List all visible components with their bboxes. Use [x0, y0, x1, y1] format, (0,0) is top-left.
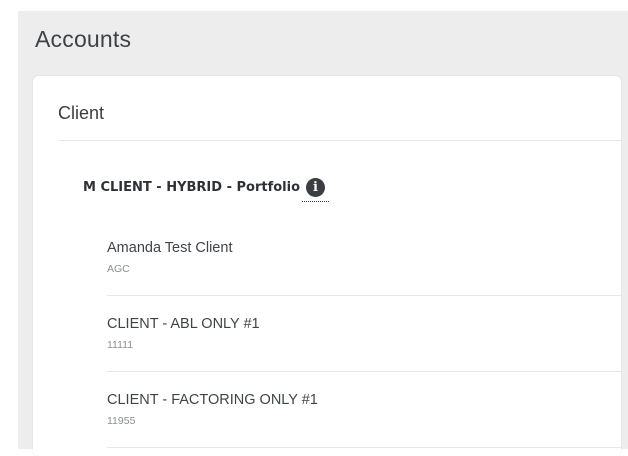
client-name: CLIENT - FACTORING ONLY #1: [107, 392, 318, 408]
card-title: Client: [58, 103, 105, 123]
portfolio-name: M CLIENT - HYBRID - Portfolio: [83, 179, 301, 195]
client-code: 11955: [107, 415, 136, 427]
portfolio-header: M CLIENT - HYBRID - Portfolio i: [83, 176, 330, 202]
client-name: CLIENT - ABL ONLY #1: [107, 316, 260, 332]
page-title: Accounts: [35, 26, 132, 52]
info-icon-glyph: i: [313, 179, 318, 195]
client-code: 11111: [107, 339, 134, 351]
list-item[interactable]: CLIENT - ABL ONLY #1 11111: [107, 296, 621, 372]
info-icon[interactable]: i: [302, 177, 330, 202]
card-divider: [58, 140, 621, 141]
client-code: AGC: [107, 263, 130, 275]
client-name: Amanda Test Client: [107, 240, 233, 256]
list-item[interactable]: Amanda Test Client AGC: [107, 220, 621, 296]
list-item[interactable]: CLIENT - FACTORING ONLY #1 11955: [107, 372, 621, 448]
client-card: Client M CLIENT - HYBRID - Portfolio i A…: [33, 76, 621, 456]
client-list: Amanda Test Client AGC CLIENT - ABL ONLY…: [107, 220, 621, 448]
